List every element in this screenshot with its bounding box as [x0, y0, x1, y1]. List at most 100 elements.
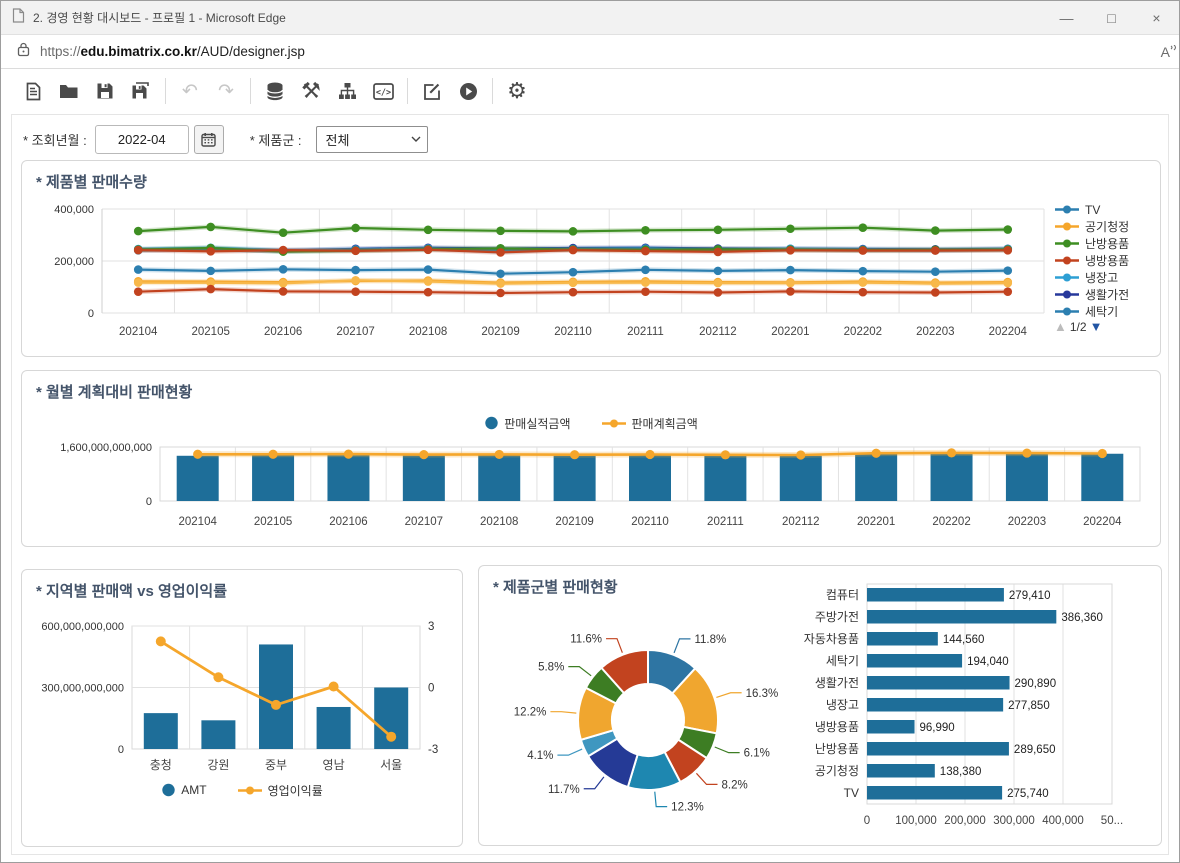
- toolbar-separator: [407, 78, 408, 104]
- new-document-button[interactable]: [15, 74, 51, 108]
- undo-button[interactable]: ↶: [172, 74, 208, 108]
- svg-text:50...: 50...: [1101, 815, 1123, 827]
- product-filter-label: * 제품군 :: [249, 132, 302, 148]
- svg-text:200,000: 200,000: [54, 256, 94, 268]
- redo-button[interactable]: ↷: [208, 74, 244, 108]
- legend-item-냉장고[interactable]: 냉장고: [1054, 269, 1158, 286]
- open-folder-button[interactable]: [51, 74, 87, 108]
- legend-item-TV[interactable]: TV: [1054, 201, 1158, 218]
- svg-text:1,600,000,000,000: 1,600,000,000,000: [60, 442, 152, 454]
- panel-title: * 지역별 판매액 vs 영업이익률: [36, 583, 227, 600]
- svg-text:202108: 202108: [409, 326, 447, 338]
- svg-text:202204: 202204: [989, 326, 1028, 338]
- svg-text:202112: 202112: [699, 326, 737, 338]
- svg-text:202201: 202201: [771, 326, 809, 338]
- svg-text:600,000,000,000: 600,000,000,000: [41, 621, 124, 633]
- toolbar-separator: [250, 78, 251, 104]
- minimize-button[interactable]: —: [1044, 1, 1089, 34]
- legend-page-up-icon[interactable]: ▲: [1054, 319, 1067, 334]
- product-sales-line-chart[interactable]: 0 200,000 400,000 202104 202105 202106 202107 2…: [30, 197, 1048, 354]
- svg-text:0: 0: [146, 496, 152, 508]
- svg-text:-3: -3: [428, 744, 438, 756]
- product-filter-select[interactable]: 전체: [315, 125, 428, 153]
- svg-text:200,000: 200,000: [944, 815, 986, 827]
- svg-text:100,000: 100,000: [895, 815, 937, 827]
- svg-text:202109: 202109: [481, 326, 519, 338]
- svg-text:300,000,000,000: 300,000,000,000: [41, 683, 124, 695]
- legend-item-actual[interactable]: 판매실적금액: [484, 415, 571, 431]
- panel-plan-vs-actual: * 월별 계획대비 판매현황 판매실적금액 판매계획금액 0 1,600,000,0…: [21, 370, 1161, 547]
- svg-text:202204: 202204: [1083, 516, 1122, 528]
- save-button[interactable]: [87, 74, 123, 108]
- svg-text:202201: 202201: [857, 516, 895, 528]
- url-scheme: https://: [40, 44, 81, 59]
- legend-item-margin[interactable]: 영업이익률: [237, 782, 323, 798]
- svg-text:강원: 강원: [207, 758, 229, 772]
- panel-product-sales-qty: * 제품별 판매수량 0 200,000 400,000 202104 202105 20…: [21, 160, 1161, 357]
- svg-text:TV: TV: [844, 786, 859, 800]
- svg-text:202104: 202104: [179, 516, 218, 528]
- database-button[interactable]: [257, 74, 293, 108]
- svg-text:4.1%: 4.1%: [527, 750, 553, 762]
- product-group-bar-chart[interactable]: 0 100,000 200,000 300,000 400,000 50... 컴퓨터 279…: [785, 578, 1157, 841]
- legend-item-냉방용품[interactable]: 냉방용품: [1054, 252, 1158, 269]
- legend-item-난방용품[interactable]: 난방용품: [1054, 235, 1158, 252]
- build-tools-button[interactable]: ⚒: [293, 74, 329, 108]
- svg-text:275,740: 275,740: [1007, 788, 1049, 800]
- run-button[interactable]: [450, 74, 486, 108]
- calendar-button[interactable]: [193, 124, 224, 154]
- svg-text:386,360: 386,360: [1061, 612, 1103, 624]
- lock-icon[interactable]: [17, 42, 30, 62]
- panel-product-group-sales: * 제품군별 판매현황 11.8% 16.3% 6.1% 8.2% 12.3% 11.7%…: [478, 565, 1162, 846]
- plan-vs-actual-chart[interactable]: 0 1,600,000,000,000 202104 202105 202106 2021…: [30, 439, 1148, 536]
- svg-text:공기청정: 공기청정: [815, 764, 859, 778]
- panel-region-sales: * 지역별 판매액 vs 영업이익률 0 300,000,000,000 600,0…: [21, 569, 463, 847]
- settings-icon: ⚙: [507, 78, 527, 103]
- svg-text:12.3%: 12.3%: [671, 802, 704, 814]
- svg-text:난방용품: 난방용품: [815, 742, 859, 756]
- svg-text:11.7%: 11.7%: [548, 784, 580, 796]
- maximize-button[interactable]: □: [1089, 1, 1134, 34]
- svg-text:202202: 202202: [844, 326, 882, 338]
- legend-pagination: ▲ 1/2 ▼: [1054, 319, 1158, 334]
- sitemap-button[interactable]: [329, 74, 365, 108]
- svg-text:202203: 202203: [916, 326, 954, 338]
- source-code-button[interactable]: </>: [365, 74, 401, 108]
- undo-icon: ↶: [182, 80, 198, 102]
- combo-chart-svg: 0 300,000,000,000 600,000,000,000 -3 0 3 충청 강원 중…: [41, 621, 438, 772]
- svg-text:202111: 202111: [627, 326, 664, 338]
- legend-item-공기청정[interactable]: 공기청정: [1054, 218, 1158, 235]
- legend-item-생활가전[interactable]: 생활가전: [1054, 286, 1158, 303]
- svg-text:중부: 중부: [265, 758, 287, 772]
- plan-chart-legend: 판매실적금액 판매계획금액: [22, 415, 1160, 431]
- svg-text:144,560: 144,560: [943, 634, 985, 646]
- date-filter-input[interactable]: [94, 124, 189, 154]
- region-combo-chart[interactable]: 0 300,000,000,000 600,000,000,000 -3 0 3 충청 강원 중…: [28, 612, 456, 781]
- svg-text:충청: 충청: [150, 758, 172, 772]
- settings-button[interactable]: ⚙: [499, 74, 535, 108]
- edit-button[interactable]: [414, 74, 450, 108]
- svg-text:202107: 202107: [405, 516, 443, 528]
- address-bar[interactable]: https://edu.bimatrix.co.kr/AUD/designer.…: [1, 35, 1179, 69]
- url-text[interactable]: https://edu.bimatrix.co.kr/AUD/designer.…: [40, 44, 305, 59]
- svg-text:202105: 202105: [192, 326, 230, 338]
- read-aloud-icon[interactable]: A: [1161, 44, 1177, 60]
- line-chart-svg: 0 200,000 400,000 202104 202105 202106 202107 2…: [54, 204, 1045, 338]
- close-button[interactable]: ×: [1134, 1, 1179, 34]
- legend-page-down-icon[interactable]: ▼: [1090, 319, 1103, 334]
- svg-text:8.2%: 8.2%: [722, 779, 748, 791]
- panel-title: * 월별 계획대비 판매현황: [36, 384, 193, 401]
- svg-text:202108: 202108: [480, 516, 518, 528]
- chevron-down-icon: [411, 136, 421, 142]
- svg-text:0: 0: [118, 744, 124, 756]
- svg-text:96,990: 96,990: [920, 722, 955, 734]
- svg-text:279,410: 279,410: [1009, 590, 1051, 602]
- legend-item-amt[interactable]: AMT: [161, 782, 207, 798]
- svg-text:194,040: 194,040: [967, 656, 1009, 668]
- legend-item-plan[interactable]: 판매계획금액: [601, 415, 698, 431]
- product-group-donut-chart[interactable]: 11.8% 16.3% 6.1% 8.2% 12.3% 11.7% 4.1% 12.2% 5.8…: [483, 598, 813, 847]
- svg-text:202109: 202109: [555, 516, 593, 528]
- svg-text:서울: 서울: [380, 758, 402, 772]
- legend-item-세탁기[interactable]: 세탁기: [1054, 303, 1158, 317]
- save-as-button[interactable]: [123, 74, 159, 108]
